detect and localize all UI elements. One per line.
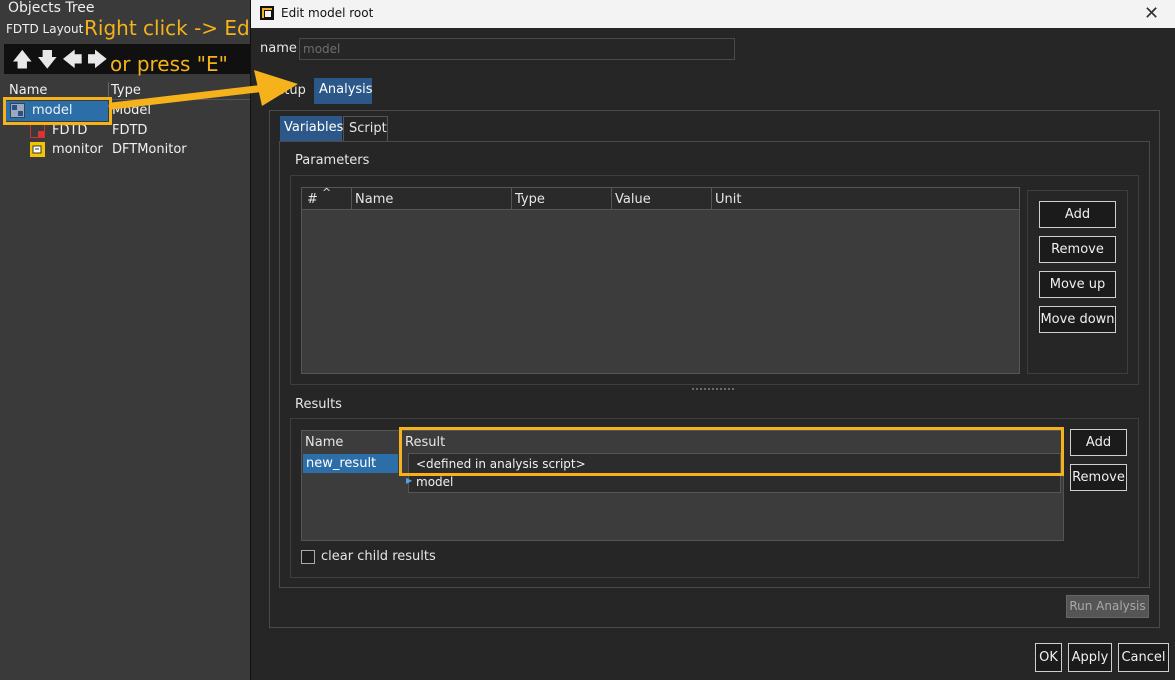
tab-analysis[interactable]: Analysis (314, 78, 373, 104)
splitter-handle[interactable] (692, 388, 734, 393)
col-unit[interactable]: Unit (715, 192, 741, 207)
app-logo-icon (260, 6, 274, 20)
annotation-instruction-line1: Right click -> Edit, (84, 16, 270, 40)
name-input[interactable] (299, 38, 735, 60)
highlight-box-result (399, 427, 1064, 476)
parameters-label: Parameters (295, 153, 370, 168)
parameters-table-header: # ^ Name Type Value Unit (302, 186, 1019, 210)
add-parameter-button[interactable]: Add (1039, 201, 1116, 228)
move-up-button[interactable]: Move up (1039, 271, 1116, 298)
close-icon[interactable]: ✕ (1144, 3, 1159, 24)
ok-button[interactable]: OK (1035, 643, 1062, 672)
col-value[interactable]: Value (615, 192, 651, 207)
dialog-titlebar[interactable]: Edit model root ✕ (251, 0, 1175, 28)
cancel-button[interactable]: Cancel (1118, 643, 1169, 672)
tree-header-name[interactable]: Name (9, 83, 47, 98)
dropdown-option-model[interactable]: model (416, 475, 453, 489)
objects-tree-panel: Objects Tree FDTD Layout Right click -> … (0, 0, 270, 680)
clear-child-results-checkbox[interactable] (301, 550, 315, 564)
arrow-left-icon[interactable]: 🡄 (62, 48, 83, 70)
move-down-button[interactable]: Move down (1039, 306, 1116, 333)
tree-row-name: FDTD (52, 123, 88, 138)
tree-row-type: FDTD (112, 123, 148, 138)
arrow-right-icon[interactable]: 🡆 (87, 48, 108, 70)
sort-ascending-icon: ^ (322, 186, 332, 199)
parameters-table[interactable]: # ^ Name Type Value Unit (301, 186, 1020, 374)
clear-child-results-label: clear child results (321, 549, 436, 564)
dialog-title: Edit model root (281, 6, 374, 20)
subtab-script[interactable]: Script (343, 116, 388, 141)
objects-tree-title: Objects Tree (8, 0, 95, 16)
tree-row-type: DFTMonitor (112, 142, 187, 157)
arrow-down-icon[interactable]: 🡇 (37, 48, 58, 70)
subtab-variables[interactable]: Variables (280, 116, 343, 141)
col-type[interactable]: Type (515, 192, 545, 207)
results-label: Results (295, 397, 342, 412)
layout-label: FDTD Layout (6, 22, 84, 36)
tree-row-type: Model (112, 103, 152, 118)
name-label: name (260, 41, 297, 56)
edit-model-dialog: Edit model root ✕ name Setup Analysis Va… (250, 0, 1175, 680)
apply-button[interactable]: Apply (1068, 643, 1112, 672)
annotation-instruction-line2: or press "E" (110, 52, 228, 76)
arrow-up-icon[interactable]: 🡅 (12, 48, 33, 70)
remove-parameter-button[interactable]: Remove (1039, 236, 1116, 263)
fdtd-icon (30, 123, 45, 138)
remove-result-button[interactable]: Remove (1070, 464, 1127, 491)
col-result-name[interactable]: Name (305, 435, 343, 450)
col-index[interactable]: # (307, 192, 318, 207)
highlight-box-model (3, 97, 112, 125)
table-row[interactable]: new_result (303, 454, 398, 473)
run-analysis-button[interactable]: Run Analysis (1066, 595, 1149, 618)
col-name[interactable]: Name (355, 192, 393, 207)
add-result-button[interactable]: Add (1070, 429, 1127, 456)
expand-triangle-icon[interactable]: ▶ (406, 476, 412, 485)
monitor-icon (30, 142, 45, 157)
tree-row-name: monitor (52, 142, 103, 157)
tree-header-type[interactable]: Type (111, 83, 141, 98)
tree-row-monitor[interactable]: monitor DFTMonitor (4, 140, 250, 159)
tab-setup[interactable]: Setup (280, 83, 306, 98)
